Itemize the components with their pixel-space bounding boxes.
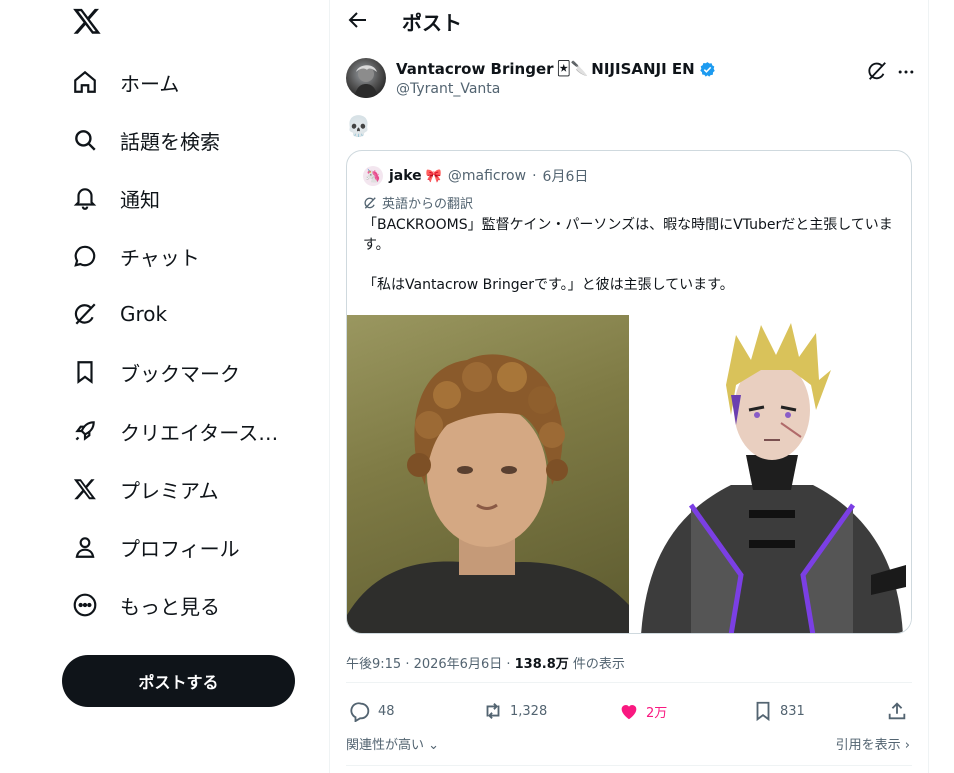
reply-sort-dropdown[interactable]: 関連性が高い ⌄ [346, 734, 439, 753]
home-icon [70, 67, 100, 97]
bookmark-count: 831 [780, 703, 805, 719]
sidebar-item-label: もっと見る [120, 594, 220, 619]
share-button[interactable] [886, 700, 914, 722]
quoted-photo-vtuber-avatar[interactable] [631, 315, 911, 633]
post-timestamp: 午後9:15 · 2026年6月6日 · 138.8万 件の表示 [346, 653, 625, 672]
author-display-name: Vantacrow Bringer [396, 60, 554, 78]
sidebar-item-notifications[interactable]: 通知 [70, 176, 160, 220]
sidebar-item-bookmarks[interactable]: ブックマーク [70, 350, 240, 394]
bookmark-icon [70, 357, 100, 387]
verified-badge-icon [700, 61, 715, 77]
sidebar-item-label: Grok [120, 302, 168, 326]
search-icon [70, 125, 100, 155]
reply-icon [350, 702, 370, 722]
sidebar-item-label: ホーム [120, 71, 180, 96]
author-name[interactable]: Vantacrow Bringer 🃏🔪 NIJISANJI EN [396, 60, 716, 78]
sort-label: 関連性が高い [346, 738, 425, 753]
x-logo-icon[interactable] [72, 6, 106, 40]
sidebar-item-label: 話題を検索 [120, 129, 220, 154]
quotes-label: 引用を表示 [835, 738, 901, 753]
tweet-text: 💀 [346, 114, 371, 138]
sidebar-item-chat[interactable]: チャット [70, 234, 200, 278]
sidebar-item-premium[interactable]: プレミアム [70, 467, 219, 511]
person-icon [70, 532, 100, 562]
quoted-author-emoji: 🎀 [425, 168, 442, 184]
grok-icon [70, 299, 100, 329]
translation-label: 英語からの翻訳 [363, 193, 473, 212]
more-circle-icon [70, 590, 100, 620]
sidebar-item-grok[interactable]: Grok [70, 292, 167, 336]
quoted-separator: · [532, 168, 537, 184]
sidebar-item-home[interactable]: ホーム [70, 60, 179, 104]
reply-button[interactable]: 48 [350, 700, 395, 722]
sidebar-item-label: ブックマーク [120, 361, 240, 386]
quoted-date: 6月6日 [542, 169, 589, 185]
divider [346, 682, 912, 683]
chat-icon [70, 241, 100, 271]
views-label: 件の表示 [568, 657, 625, 672]
view-quotes-link[interactable]: 引用を表示 › [836, 734, 910, 753]
quoted-avatar: 🦄 [363, 166, 383, 186]
heart-icon [621, 705, 637, 720]
bookmark-icon [756, 701, 770, 722]
author-handle[interactable]: @Tyrant_Vanta [396, 81, 500, 97]
grok-icon [364, 196, 376, 209]
sidebar-item-profile[interactable]: プロフィール [70, 525, 240, 569]
divider [346, 765, 912, 766]
sidebar-item-label: クリエイタース… [120, 420, 279, 445]
timestamp-text[interactable]: 午後9:15 · 2026年6月6日 · [346, 657, 515, 672]
sidebar-item-label: プロフィール [120, 536, 240, 561]
sidebar-item-more[interactable]: もっと見る [70, 583, 220, 627]
bell-icon [70, 183, 100, 213]
chevron-right-icon: › [904, 738, 910, 753]
repost-button[interactable]: 1,328 [482, 700, 547, 722]
x-logo-icon [70, 474, 100, 504]
more-options-icon[interactable] [896, 62, 916, 82]
avatar[interactable] [346, 58, 386, 98]
page: ホーム 話題を検索 通知 チャット Grok ブックマーク クリエイタース… プ… [0, 0, 954, 773]
page-title: ポスト [402, 11, 462, 35]
share-icon [888, 702, 906, 720]
views-count: 138.8万 [514, 657, 569, 672]
quoted-tweet-header: 🦄 jake 🎀 @maficrow · 6月6日 [363, 166, 588, 186]
quoted-photo-person[interactable] [347, 315, 629, 633]
sidebar-item-explore[interactable]: 話題を検索 [70, 118, 220, 162]
quoted-tweet[interactable]: 🦄 jake 🎀 @maficrow · 6月6日 英語からの翻訳 「BACKR… [346, 150, 912, 634]
bookmark-button[interactable]: 831 [752, 700, 805, 722]
rocket-icon [70, 416, 100, 446]
quoted-author-name: jake [389, 168, 422, 184]
sidebar: ホーム 話題を検索 通知 チャット Grok ブックマーク クリエイタース… プ… [0, 0, 330, 773]
author-emoji: 🃏🔪 [556, 61, 589, 77]
like-button[interactable]: 2万 [618, 700, 667, 722]
action-bar: 48 1,328 2万 831 [346, 700, 912, 724]
quoted-tweet-text: 「BACKROOMS」監督ケイン・パーソンズは、暇な時間にVTuberだと主張し… [363, 217, 893, 293]
repost-count: 1,328 [510, 703, 548, 719]
translation-text: 英語からの翻訳 [382, 197, 474, 212]
chevron-down-icon: ⌄ [428, 738, 440, 753]
sidebar-item-label: 通知 [120, 187, 160, 212]
back-arrow-icon[interactable] [346, 8, 370, 32]
repost-icon [486, 703, 500, 719]
header: ポスト [330, 0, 930, 42]
post-button[interactable]: ポストする [62, 655, 295, 707]
like-count: 2万 [646, 705, 668, 721]
quoted-handle: @maficrow [447, 168, 527, 184]
grok-icon[interactable] [866, 60, 888, 82]
sidebar-item-label: チャット [120, 245, 200, 270]
reply-count: 48 [378, 703, 395, 719]
sidebar-item-creator-studio[interactable]: クリエイタース… [70, 409, 278, 453]
sidebar-item-label: プレミアム [120, 478, 219, 503]
post-detail-column: ポスト Vantacrow Bringer 🃏🔪 NIJISANJI EN @T… [329, 0, 929, 773]
author-name-suffix: NIJISANJI EN [591, 60, 695, 78]
